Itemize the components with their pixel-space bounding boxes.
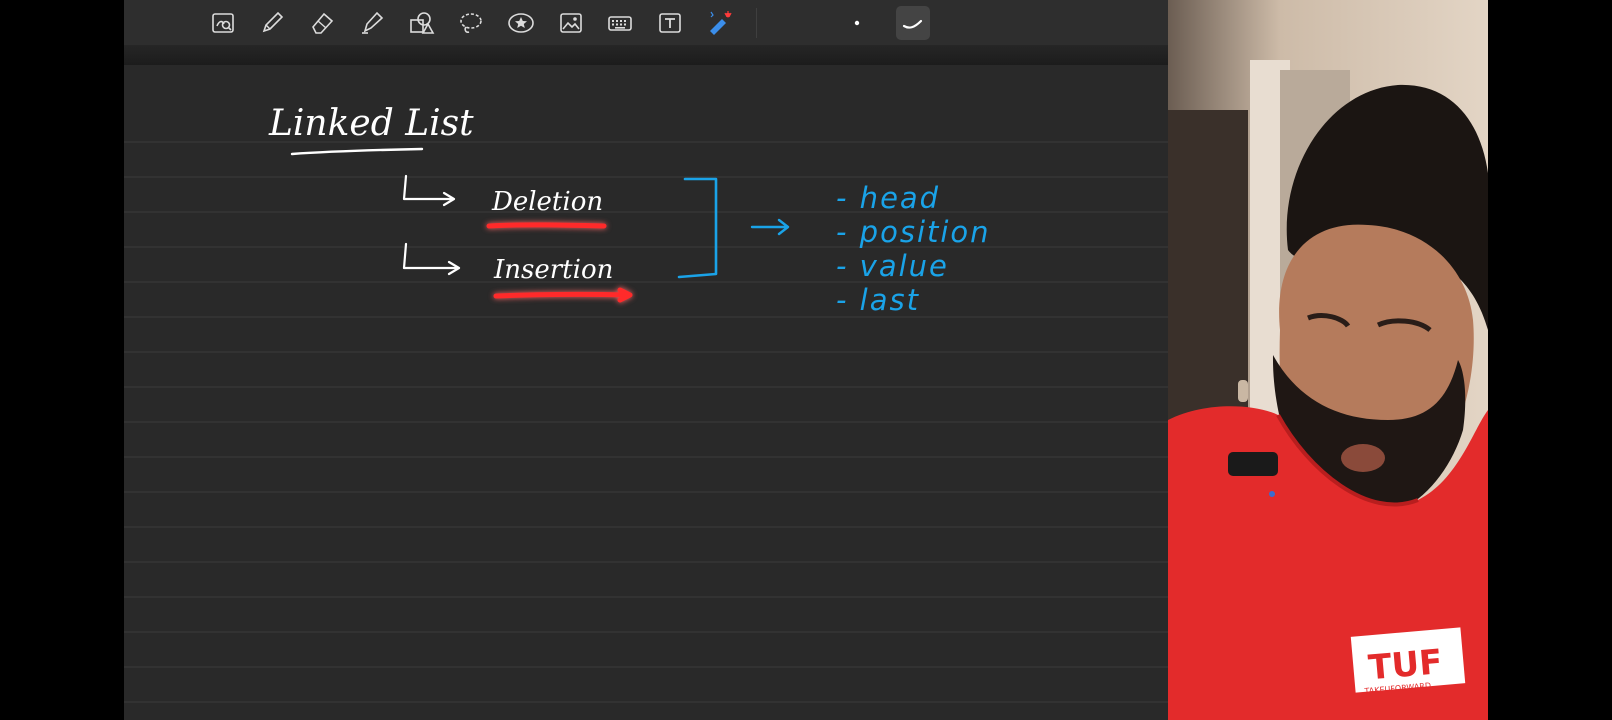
title-underline [290,147,424,156]
branch-arrow-deletion [402,174,456,207]
handwritten-notes: Linked List Deletion Insertion - head - … [124,103,1168,703]
bracket-arrow [750,218,790,236]
param-last: - last [836,283,920,317]
branch-arrow-insertion [402,242,461,276]
webcam-feed: TUF TAKEUFORWARD [1168,0,1488,720]
shirt-logo-text: TUF [1367,642,1444,688]
notes-title: Linked List [268,103,474,144]
param-value: - value [836,249,949,283]
param-position: - position [836,215,991,249]
notes-canvas[interactable]: Linked List Deletion Insertion - head - … [124,0,1168,720]
param-head: - head [836,181,940,215]
branch-deletion: Deletion [491,187,603,217]
insertion-red-underline [493,287,633,303]
bracket [677,177,718,279]
branch-insertion: Insertion [493,255,613,285]
presenter-video: TUF TAKEUFORWARD [1168,0,1488,720]
deletion-red-underline [486,222,607,229]
